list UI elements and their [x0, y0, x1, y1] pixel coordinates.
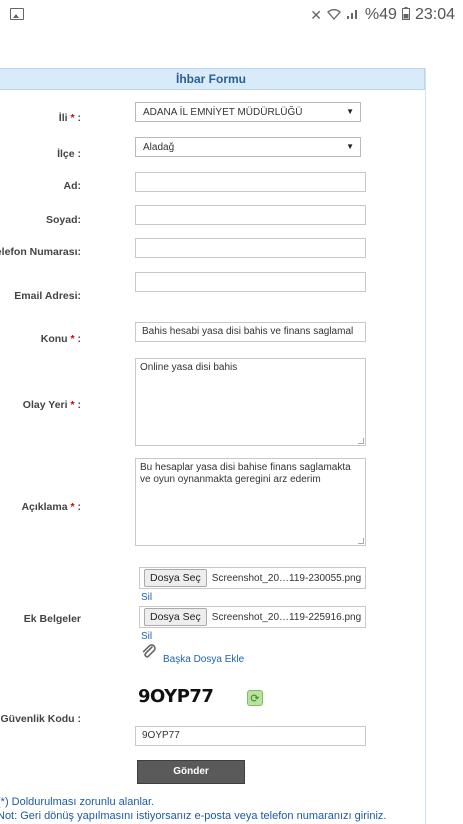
file-name-2: Screenshot_20…119-225916.png [211, 611, 362, 623]
soyad-label: Soyad: [45, 214, 81, 226]
refresh-captcha-icon[interactable]: ⟳ [247, 690, 263, 706]
email-input[interactable] [135, 272, 366, 292]
report-form: İhbar Formu İli * : ADANA İL EMNİYET MÜD… [0, 68, 426, 824]
ilce-select[interactable]: Aladağ ▼ [135, 137, 361, 157]
il-select[interactable]: ADANA İL EMNİYET MÜDÜRLÜĞÜ ▼ [135, 102, 361, 122]
file-input-2[interactable]: Dosya Seç Screenshot_20…119-225916.png [139, 606, 366, 628]
ad-label: Ad: [63, 180, 82, 192]
clock: 23:04 [414, 6, 455, 23]
olay-yeri-label: Olay Yeri * : [22, 399, 81, 411]
aciklama-text: Bu hesaplar yasa disi bahise finans sagl… [140, 462, 351, 485]
battery-icon [401, 7, 410, 23]
remove-file-link-1[interactable]: Sil [141, 592, 152, 603]
ek-belgeler-label: Ek Belgeler [23, 613, 81, 625]
captcha-image: 9OYP77 [138, 686, 214, 707]
konu-input[interactable]: Bahis hesabi yasa disi bahis ve finans s… [135, 322, 366, 342]
soyad-input[interactable] [135, 205, 366, 225]
form-title: İhbar Formu [0, 68, 425, 90]
dropdown-arrow-icon: ▼ [346, 107, 354, 116]
email-label: Email Adresi: [14, 290, 81, 302]
file-input-1[interactable]: Dosya Seç Screenshot_20…119-230055.png [139, 567, 366, 589]
ilce-label: İlçe : [57, 148, 81, 160]
ilce-select-value: Aladağ [143, 142, 175, 153]
telefon-input[interactable] [135, 238, 366, 258]
mute-icon: ✕ [310, 6, 322, 23]
choose-file-button-1[interactable]: Dosya Seç [144, 569, 207, 587]
il-select-value: ADANA İL EMNİYET MÜDÜRLÜĞÜ [143, 107, 303, 118]
konu-label: Konu * : [40, 333, 81, 345]
ad-input[interactable] [135, 172, 366, 192]
status-bar: ✕ %49 23:04 [0, 0, 463, 34]
wifi-icon [327, 7, 341, 23]
dropdown-arrow-icon: ▼ [346, 142, 354, 151]
telefon-label: Telefon Numarası: [0, 246, 81, 258]
aciklama-textarea[interactable]: Bu hesaplar yasa disi bahise finans sagl… [135, 458, 366, 546]
aciklama-label: Açıklama * : [21, 501, 81, 513]
signal-icon [346, 7, 360, 23]
status-icons: ✕ %49 23:04 [310, 6, 455, 24]
contact-note: Not: Geri dönüş yapılmasını istiyorsanız… [0, 810, 387, 822]
resize-grip-icon[interactable] [358, 538, 364, 544]
add-more-file-link[interactable]: Başka Dosya Ekle [163, 654, 244, 665]
resize-grip-icon[interactable] [358, 438, 364, 444]
submit-button[interactable]: Gönder [137, 760, 245, 784]
paperclip-icon[interactable] [141, 644, 157, 660]
captcha-label: Güvenlik Kodu : [0, 713, 81, 725]
image-notification-icon [10, 8, 24, 20]
remove-file-link-2[interactable]: Sil [141, 631, 152, 642]
battery-percent: %49 [364, 6, 397, 23]
required-fields-note: (*) Doldurulması zorunlu alanlar. [0, 796, 155, 808]
olay-yeri-text: Online yasa disi bahis [140, 362, 238, 373]
choose-file-button-2[interactable]: Dosya Seç [144, 608, 207, 626]
captcha-input[interactable]: 9OYP77 [135, 726, 366, 746]
olay-yeri-textarea[interactable]: Online yasa disi bahis [135, 358, 366, 446]
file-name-1: Screenshot_20…119-230055.png [211, 572, 362, 584]
il-label: İli * : [58, 112, 81, 124]
